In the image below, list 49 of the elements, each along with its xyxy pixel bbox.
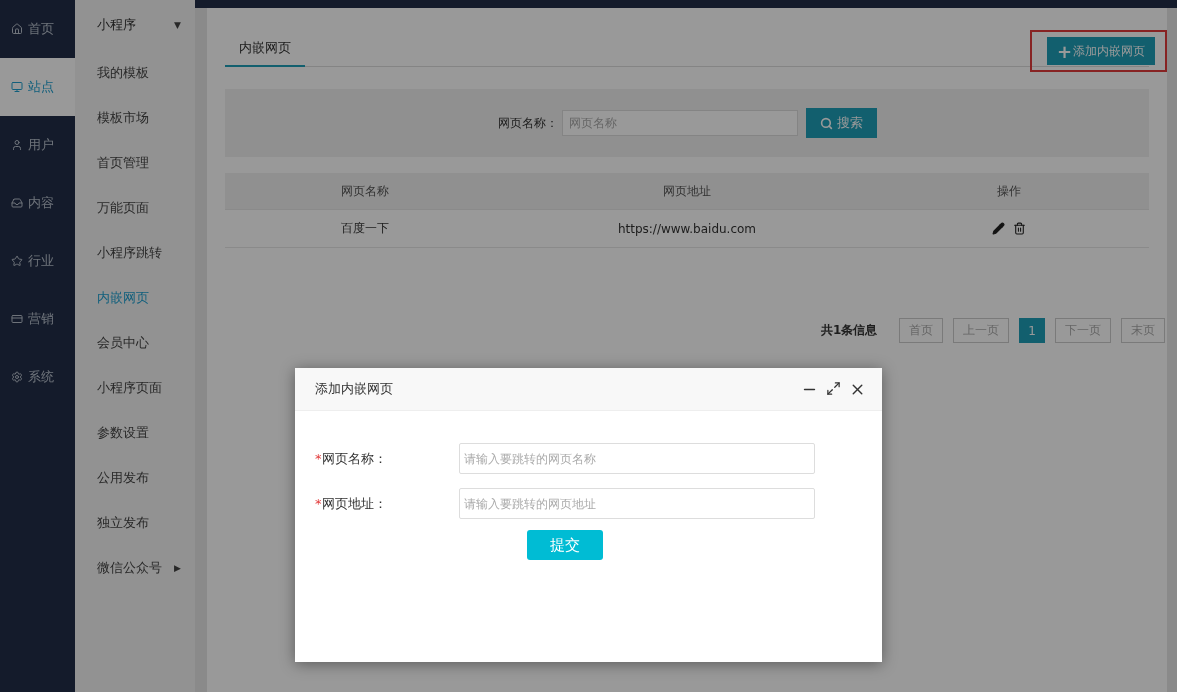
submenu-item[interactable]: 小程序跳转	[75, 230, 195, 275]
home-icon	[11, 23, 23, 35]
submenu-item[interactable]: 独立发布	[75, 500, 195, 545]
tray-icon	[11, 197, 23, 209]
submenu-item[interactable]: 模板市场	[75, 95, 195, 140]
user-icon	[11, 139, 23, 151]
field-label: *网页地址：	[315, 494, 388, 513]
tab[interactable]: 内嵌网页	[225, 39, 305, 67]
column-header: 操作	[996, 182, 1022, 200]
nav-item[interactable]: 用户	[0, 116, 75, 174]
dialog-title: 添加内嵌网页	[315, 380, 393, 398]
column-header: 网页名称	[340, 182, 390, 200]
submenu-item[interactable]: 微信公众号 ▶	[75, 545, 195, 590]
submenu-item[interactable]: 参数设置	[75, 410, 195, 455]
caret-icon: ▼	[174, 20, 181, 30]
search-label: 网页名称：	[497, 114, 558, 132]
edit-icon[interactable]	[992, 222, 1005, 235]
table-cell-text: https://www.baidu.com	[616, 221, 758, 236]
submenu-item[interactable]: 首页管理	[75, 140, 195, 185]
submenu-item[interactable]: 万能页面	[75, 185, 195, 230]
nav-item[interactable]: 行业	[0, 232, 75, 290]
nav-item[interactable]: 站点	[0, 58, 75, 116]
submenu-item[interactable]: 我的模板	[75, 50, 195, 95]
search-button[interactable]: 搜索	[805, 108, 877, 138]
star-icon	[11, 255, 23, 267]
caret-icon: ▶	[174, 562, 181, 573]
table-cell-text: 百度一下	[340, 220, 390, 237]
nav-item[interactable]: 内容	[0, 174, 75, 232]
input-field[interactable]: 请输入要跳转的网页地址	[459, 488, 815, 519]
settings-icon	[11, 371, 23, 383]
submenu-item[interactable]: 小程序页面	[75, 365, 195, 410]
search-icon	[819, 116, 833, 130]
input-field[interactable]: 请输入要跳转的网页名称	[459, 443, 815, 474]
field-label: *网页名称：	[315, 449, 388, 468]
submenu-header[interactable]: 小程序 ▼	[75, 0, 195, 50]
maximize-icon[interactable]	[826, 380, 841, 396]
nav-item[interactable]: 系统	[0, 348, 75, 406]
record-count: 共1条信息	[821, 322, 878, 339]
page-button[interactable]: 1	[1019, 318, 1045, 343]
delete-icon[interactable]	[1013, 222, 1026, 235]
submenu-item[interactable]: 会员中心	[75, 320, 195, 365]
submenu-item[interactable]: 公用发布	[75, 455, 195, 500]
card-icon	[11, 313, 23, 325]
nav-item[interactable]: 首页	[0, 0, 75, 58]
column-header: 网页地址	[662, 182, 712, 200]
nav-item[interactable]: 营销	[0, 290, 75, 348]
submit-button[interactable]: 提交	[527, 530, 603, 560]
monitor-icon	[11, 81, 23, 93]
submenu-item[interactable]: 内嵌网页	[75, 275, 195, 320]
